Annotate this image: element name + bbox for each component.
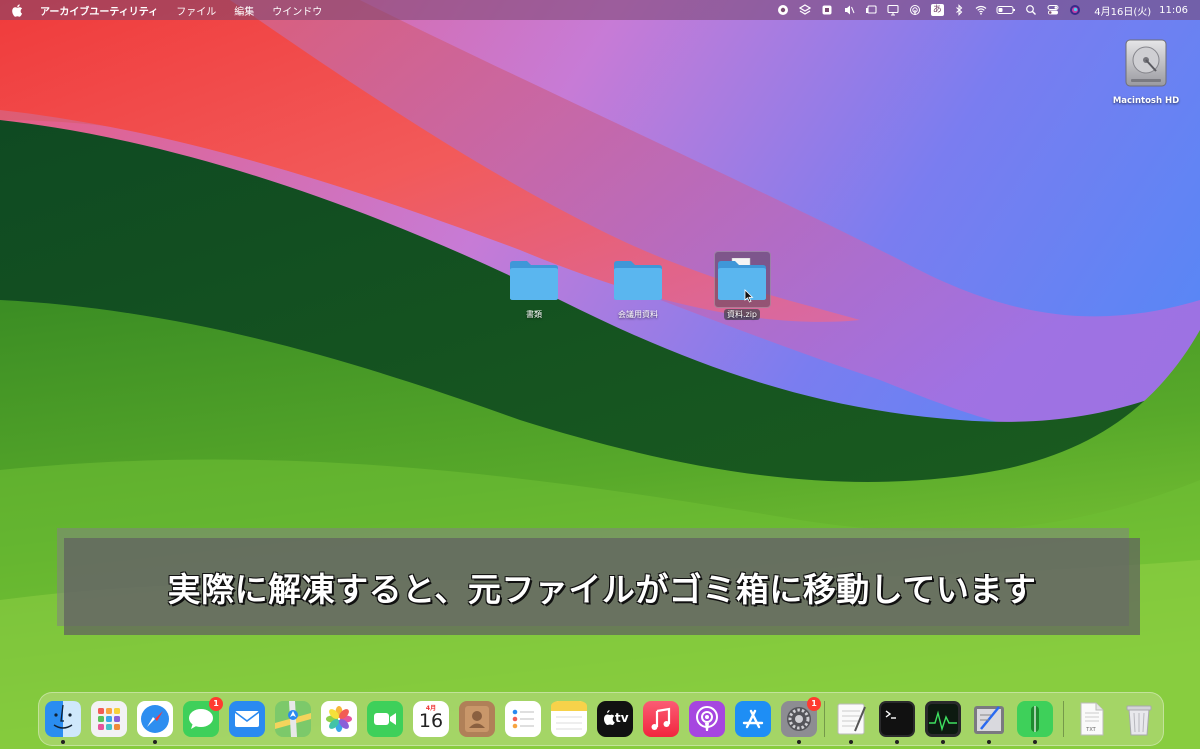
folder-zip-extracted[interactable]: 資料.zip <box>702 251 782 320</box>
menubar-date[interactable]: 4月16日(火) <box>1094 3 1151 18</box>
apple-menu-icon[interactable] <box>0 3 34 17</box>
voice-memo-icon <box>1017 701 1053 737</box>
menu-app-name[interactable]: アーカイブユーティリティ <box>34 3 167 18</box>
running-indicator <box>895 740 899 744</box>
running-indicator <box>1033 740 1037 744</box>
textedit-icon <box>837 703 866 735</box>
input-mode-label: あ <box>930 4 944 16</box>
layers-icon[interactable] <box>794 0 816 20</box>
trash-icon <box>1126 705 1152 736</box>
mute-icon[interactable] <box>838 0 860 20</box>
notes-icon <box>551 701 587 737</box>
folder-icon <box>718 258 766 300</box>
running-indicator <box>797 740 801 744</box>
dock-launchpad[interactable] <box>91 701 127 737</box>
mail-icon <box>229 701 265 737</box>
dock-photos[interactable] <box>321 701 357 737</box>
dock-messages[interactable]: 1 <box>183 697 223 737</box>
caption-panel: 実際に解凍すると、元ファイルがゴミ箱に移動しています <box>64 538 1140 635</box>
display-icon[interactable] <box>882 0 904 20</box>
dock-separator <box>824 701 825 737</box>
running-indicator <box>941 740 945 744</box>
dock-maps[interactable] <box>275 701 311 737</box>
hard-drive-icon <box>1125 39 1167 87</box>
dock-reminders[interactable] <box>505 701 541 737</box>
screen-capture-icon[interactable] <box>816 0 838 20</box>
facetime-icon <box>367 701 403 737</box>
dock-trash[interactable] <box>1121 701 1157 737</box>
notification-badge: 1 <box>807 697 821 711</box>
siri-icon[interactable] <box>1064 0 1086 20</box>
menu-bar: アーカイブユーティリティ ファイル 編集 ウインドウ あ 4月16日(火) 11… <box>0 0 1200 20</box>
dock: 1 4月 16 tv 1 TXT <box>38 692 1164 746</box>
photos-icon <box>321 701 357 737</box>
folder-label: 資料.zip <box>702 309 782 320</box>
calendar-day: 16 <box>418 710 444 732</box>
folder-label-text: 資料.zip <box>723 309 761 320</box>
dock-activity-monitor[interactable] <box>925 701 961 744</box>
running-indicator <box>987 740 991 744</box>
airdrop-icon[interactable] <box>904 0 926 20</box>
dock-voice-memo[interactable] <box>1017 701 1053 744</box>
record-icon[interactable] <box>772 0 794 20</box>
dock-podcasts[interactable] <box>689 701 725 737</box>
dock-music[interactable] <box>643 701 679 737</box>
dock-system-settings[interactable]: 1 <box>781 697 821 744</box>
wifi-icon[interactable] <box>970 0 992 20</box>
menu-edit[interactable]: 編集 <box>225 3 263 18</box>
document-type-label: TXT <box>1086 727 1096 733</box>
stage-manager-icon[interactable] <box>860 0 882 20</box>
spotlight-search-icon[interactable] <box>1020 0 1042 20</box>
menu-file[interactable]: ファイル <box>167 3 225 18</box>
folder-icon <box>510 261 558 300</box>
script-editor-icon <box>974 706 1004 734</box>
contacts-icon <box>459 701 495 737</box>
tv-label: tv <box>615 711 629 725</box>
notification-badge: 1 <box>209 697 223 711</box>
dock-notes[interactable] <box>551 701 587 737</box>
input-method-icon[interactable]: あ <box>926 0 948 20</box>
macintosh-hd-label: Macintosh HD <box>1112 96 1180 106</box>
dock-facetime[interactable] <box>367 701 403 737</box>
dock-finder[interactable] <box>45 701 81 744</box>
caption-text: 実際に解凍すると、元ファイルがゴミ箱に移動しています <box>167 569 1037 609</box>
dock-separator <box>1063 701 1064 737</box>
macintosh-hd-drive[interactable]: Macintosh HD <box>1108 38 1184 106</box>
dock-contacts[interactable] <box>459 701 495 737</box>
dock-app-store[interactable] <box>735 701 771 737</box>
app-store-icon <box>735 701 771 737</box>
activity-monitor-icon <box>925 701 961 737</box>
folder-icon <box>614 261 662 300</box>
folder-label: 会議用資料 <box>618 310 658 319</box>
dock-document[interactable]: TXT <box>1073 701 1109 737</box>
mouse-cursor-icon <box>744 289 754 303</box>
folder-documents[interactable]: 書類 <box>494 258 574 320</box>
maps-icon <box>275 701 311 737</box>
control-center-icon[interactable] <box>1042 0 1064 20</box>
reminders-icon <box>505 701 541 737</box>
safari-icon <box>137 701 173 737</box>
dock-calendar[interactable]: 4月 16 <box>413 701 449 737</box>
folder-label: 書類 <box>526 310 542 319</box>
running-indicator <box>61 740 65 744</box>
dock-tv[interactable]: tv <box>597 701 633 737</box>
finder-icon <box>45 701 81 737</box>
desktop-wallpaper <box>0 0 1200 749</box>
dock-textedit[interactable] <box>833 701 869 744</box>
dock-terminal[interactable] <box>879 701 915 744</box>
dock-script-editor[interactable] <box>971 701 1007 744</box>
running-indicator <box>849 740 853 744</box>
dock-mail[interactable] <box>229 701 265 737</box>
launchpad-icon <box>91 701 127 737</box>
dock-safari[interactable] <box>137 701 173 744</box>
running-indicator <box>153 740 157 744</box>
terminal-icon <box>879 701 915 737</box>
menubar-time[interactable]: 11:06 <box>1159 5 1188 16</box>
folder-meeting-materials[interactable]: 会議用資料 <box>598 258 678 320</box>
podcasts-icon <box>689 701 725 737</box>
menu-window[interactable]: ウインドウ <box>263 3 331 18</box>
music-icon <box>643 701 679 737</box>
battery-icon[interactable] <box>992 0 1020 20</box>
bluetooth-icon[interactable] <box>948 0 970 20</box>
